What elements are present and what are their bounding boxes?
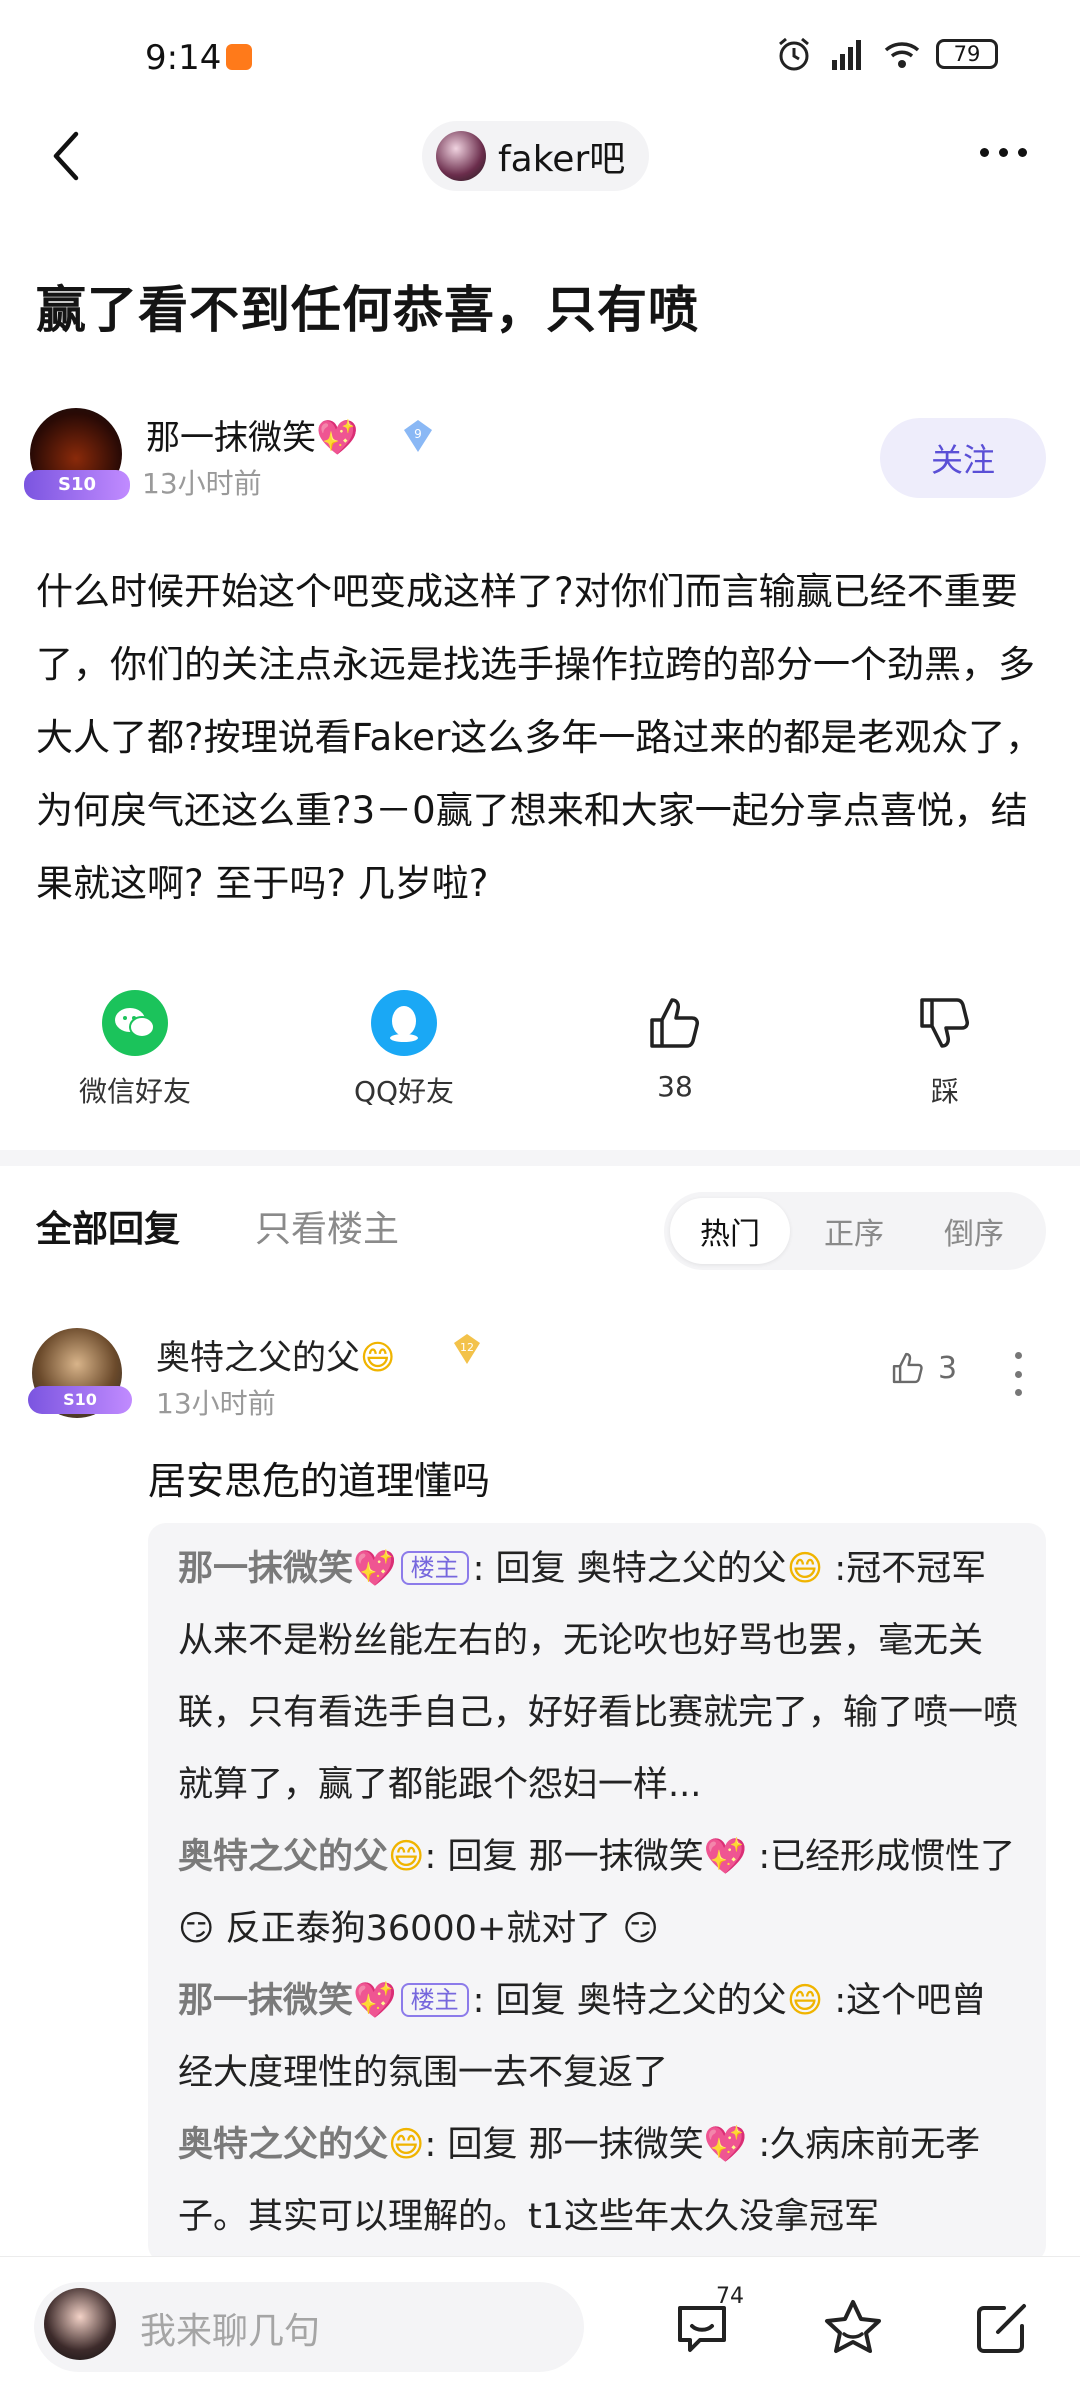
sort-descending-button[interactable]: 倒序 bbox=[914, 1198, 1034, 1264]
reply-author-emoji: 😄 bbox=[388, 1837, 425, 1877]
reply-author-emoji: 💖 bbox=[353, 1981, 397, 2021]
more-options-icon[interactable] bbox=[980, 132, 1040, 172]
favorite-star-icon[interactable] bbox=[820, 2296, 886, 2362]
like-button[interactable]: 38 bbox=[585, 990, 765, 1103]
thumbs-up-icon bbox=[650, 998, 699, 1048]
app-notification-icon bbox=[226, 44, 252, 70]
tab-all-replies[interactable]: 全部回复 bbox=[36, 1200, 180, 1252]
author-season-badge: S10 bbox=[24, 470, 130, 500]
share-icon[interactable] bbox=[970, 2296, 1034, 2360]
reply-target-name: 奥特之父的父 bbox=[576, 1981, 787, 2021]
reply-item[interactable]: 奥特之父的父😄: 回复 那一抹微笑💖 :久病床前无孝子。其实可以理解的。t1这些… bbox=[178, 2109, 1018, 2253]
comment-input-placeholder: 我来聊几句 bbox=[140, 2311, 321, 2352]
post-body: 什么时候开始这个吧变成这样了?对你们而言输赢已经不重要了，你们的关注点永远是找选… bbox=[36, 570, 1043, 905]
comments-count: 74 bbox=[716, 2284, 744, 2309]
battery-level: 79 bbox=[953, 42, 981, 66]
commenter-season-badge: S10 bbox=[28, 1386, 132, 1414]
comment-time: 13小时前 bbox=[156, 1387, 276, 1420]
reply-author-name: 奥特之父的父 bbox=[178, 1837, 389, 1877]
wechat-icon bbox=[102, 990, 168, 1056]
level-gem-icon: 9 bbox=[404, 420, 432, 452]
reply-target-emoji: 😄 bbox=[786, 1981, 824, 2021]
qq-icon bbox=[371, 990, 437, 1056]
reply-author-emoji: 😄 bbox=[388, 2125, 425, 2165]
comment-more-icon[interactable] bbox=[1012, 1352, 1024, 1396]
sort-hot-button[interactable]: 热门 bbox=[670, 1198, 790, 1264]
section-divider bbox=[0, 1150, 1080, 1166]
author-name[interactable]: 那一抹微笑💖 bbox=[146, 410, 358, 459]
dislike-button[interactable]: 踩 bbox=[855, 990, 1035, 1110]
sort-toggle: 热门 正序 倒序 bbox=[664, 1192, 1046, 1270]
comment-like-count: 3 bbox=[938, 1350, 958, 1386]
op-tag: 楼主 bbox=[400, 1983, 469, 2017]
reply-target-name: 那一抹微笑 bbox=[528, 1837, 704, 1877]
commenter-name-text: 奥特之父的父 bbox=[156, 1338, 360, 1378]
thumbs-down-icon bbox=[920, 998, 969, 1048]
share-qq-label: QQ好友 bbox=[353, 1075, 455, 1108]
share-wechat-button[interactable]: 微信好友 bbox=[45, 990, 225, 1110]
reply-item[interactable]: 那一抹微笑💖 楼主: 回复 奥特之父的父😄 :冠不冠军从来不是粉丝能左右的，无论吹… bbox=[178, 1533, 1018, 1821]
reply-target-emoji: 💖 bbox=[703, 1837, 748, 1877]
reply-list: 那一抹微笑💖 楼主: 回复 奥特之父的父😄 :冠不冠军从来不是粉丝能左右的，无论吹… bbox=[178, 1533, 1018, 2253]
share-qq-button[interactable]: QQ好友 bbox=[314, 990, 494, 1110]
status-icons: 79 bbox=[774, 34, 998, 74]
nested-replies[interactable]: 那一抹微笑💖 楼主: 回复 奥特之父的父😄 :冠不冠军从来不是粉丝能左右的，无论吹… bbox=[148, 1523, 1046, 2263]
comment-like-button[interactable]: 3 bbox=[888, 1348, 957, 1388]
thumbs-up-icon bbox=[892, 1352, 923, 1384]
comment-text: 居安思危的道理懂吗 bbox=[148, 1459, 491, 1503]
sort-ascending-button[interactable]: 正序 bbox=[794, 1198, 914, 1264]
author-post-time: 13小时前 bbox=[142, 467, 262, 500]
author-name-emoji: 💖 bbox=[316, 418, 359, 458]
reply-target-emoji: 😄 bbox=[786, 1549, 824, 1589]
reply-word: 回复 bbox=[495, 1981, 566, 2021]
my-avatar bbox=[44, 2288, 116, 2360]
level-badge-icon: 12 bbox=[454, 1334, 480, 1364]
reply-target-name: 那一抹微笑 bbox=[528, 2125, 704, 2165]
reply-word: 回复 bbox=[447, 1837, 518, 1877]
dislike-label: 踩 bbox=[930, 1075, 959, 1108]
reply-item[interactable]: 那一抹微笑💖 楼主: 回复 奥特之父的父😄 :这个吧曾经大度理性的氛围一去不复返了 bbox=[178, 1965, 1018, 2109]
post-title: 赢了看不到任何恭喜，只有喷 bbox=[36, 281, 699, 339]
reply-target-emoji: 💖 bbox=[703, 2125, 748, 2165]
reply-target-name: 奥特之父的父 bbox=[576, 1549, 787, 1589]
back-arrow-icon[interactable] bbox=[46, 128, 86, 184]
reply-word: 回复 bbox=[495, 1549, 566, 1589]
op-tag: 楼主 bbox=[400, 1551, 469, 1585]
status-time: 9:14 bbox=[145, 38, 222, 78]
battery-icon: 79 bbox=[936, 39, 998, 69]
forum-link[interactable]: faker吧 bbox=[422, 121, 650, 191]
share-wechat-label: 微信好友 bbox=[78, 1075, 191, 1108]
status-bar: 9:14 79 bbox=[0, 0, 1080, 110]
reply-author-emoji: 💖 bbox=[353, 1549, 397, 1589]
forum-name: faker吧 bbox=[498, 139, 626, 180]
signal-icon bbox=[832, 40, 861, 70]
reply-author-name: 那一抹微笑 bbox=[178, 1981, 354, 2021]
reply-word: 回复 bbox=[447, 2125, 518, 2165]
alarm-icon bbox=[779, 37, 809, 71]
tab-op-only[interactable]: 只看楼主 bbox=[255, 1200, 399, 1252]
like-count: 38 bbox=[657, 1070, 693, 1103]
reply-author-name: 那一抹微笑 bbox=[178, 1549, 354, 1589]
commenter-name[interactable]: 奥特之父的父😄 bbox=[156, 1330, 395, 1379]
commenter-name-emoji: 😄 bbox=[360, 1338, 396, 1378]
commenter-level-number: 12 bbox=[460, 1341, 474, 1354]
forum-avatar bbox=[436, 131, 486, 181]
follow-button[interactable]: 关注 bbox=[880, 418, 1046, 498]
author-level-number: 9 bbox=[414, 427, 422, 441]
author-name-text: 那一抹微笑 bbox=[146, 418, 316, 458]
reply-item[interactable]: 奥特之父的父😄: 回复 那一抹微笑💖 :已经形成惯性了 😏 反正泰狗36000+… bbox=[178, 1821, 1018, 1965]
wifi-icon bbox=[884, 42, 920, 68]
reply-author-name: 奥特之父的父 bbox=[178, 2125, 389, 2165]
